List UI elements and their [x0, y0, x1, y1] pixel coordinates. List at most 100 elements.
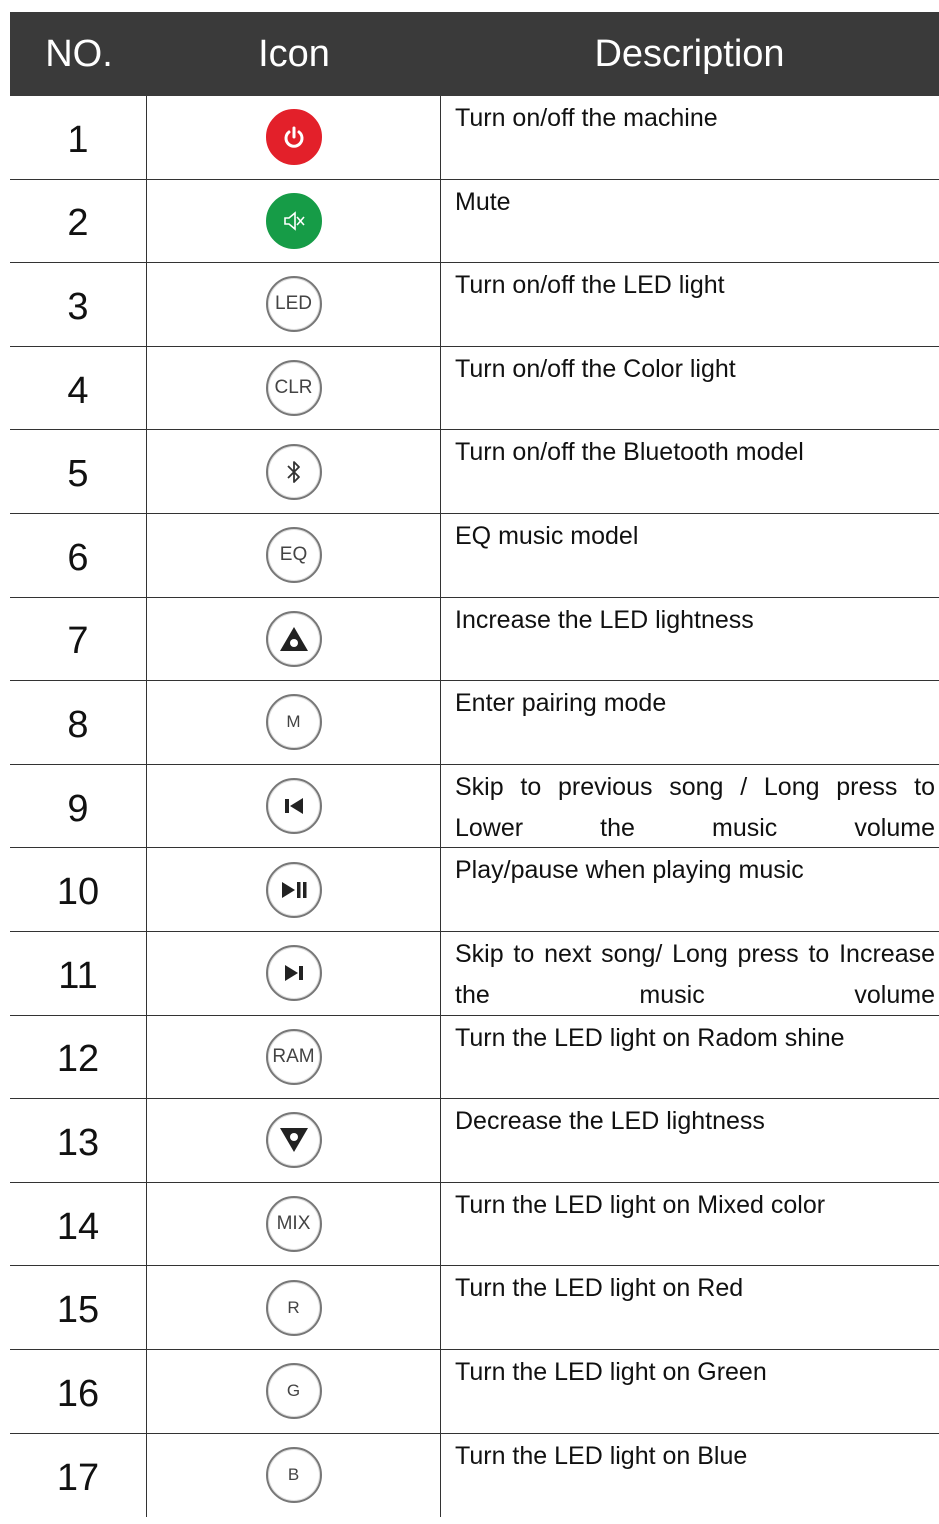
icon-cell: MIX	[147, 1182, 441, 1266]
table-row: 14 MIX Turn the LED light on Mixed color	[10, 1182, 939, 1267]
button-reference-table: NO. Icon Description 1 Turn on/off the ma…	[10, 12, 939, 1518]
icon-cell: CLR	[147, 346, 441, 430]
power-icon	[265, 109, 322, 166]
icon-cell	[147, 1099, 441, 1182]
previous-icon	[265, 778, 322, 835]
table-row: 15 R Turn the LED light on Red	[10, 1266, 939, 1350]
icon-label: B	[287, 1465, 300, 1485]
icon-cell: LED	[147, 263, 441, 346]
row-description: Mute	[455, 187, 511, 216]
brightness-down-icon	[265, 1112, 322, 1169]
clr-icon: CLR	[265, 360, 322, 417]
table-body: 1 Turn on/off the machine 2 Mute 3 LED Turn on…	[10, 96, 939, 1518]
table-row: 7 Increase the LED lightness	[10, 597, 939, 682]
icon-cell: M	[147, 681, 441, 764]
row-number: 16	[10, 1349, 147, 1433]
row-number: 12	[10, 1015, 147, 1099]
table-row: 8 M Enter pairing mode	[10, 681, 939, 765]
header-no: NO.	[45, 32, 113, 75]
row-description: Turn the LED light on Red	[455, 1274, 744, 1303]
mix-icon: MIX	[265, 1196, 322, 1253]
table-header: NO. Icon Description	[10, 12, 939, 96]
table-row: 5 Turn on/off the Bluetooth model	[10, 430, 939, 514]
row-number: 6	[10, 513, 147, 597]
header-icon: Icon	[258, 32, 330, 75]
icon-label: RAM	[272, 1045, 315, 1067]
row-description: Turn the LED light on Mixed color	[455, 1190, 826, 1219]
icon-cell	[147, 179, 441, 263]
row-number: 11	[10, 931, 147, 1015]
table-row: 17 B Turn the LED light on Blue	[10, 1433, 939, 1518]
next-icon	[265, 945, 322, 1002]
row-description: Turn on/off the Color light	[455, 354, 736, 383]
icon-cell: EQ	[147, 513, 441, 597]
table-row: 1 Turn on/off the machine	[10, 96, 939, 180]
icon-label: LED	[275, 293, 312, 315]
row-description: Turn the LED light on Blue	[455, 1441, 748, 1470]
table-row: 16 G Turn the LED light on Green	[10, 1349, 939, 1434]
m-icon: M	[265, 694, 322, 751]
play-pause-icon	[265, 861, 322, 918]
row-number: 17	[10, 1433, 147, 1518]
icon-cell	[147, 597, 441, 681]
table-row: 6 EQ EQ music model	[10, 513, 939, 598]
row-number: 3	[10, 263, 147, 346]
row-number: 10	[10, 848, 147, 931]
ram-icon: RAM	[265, 1028, 322, 1085]
table-row: 9 Skip to previous song / Long press to L…	[10, 764, 939, 849]
row-description: Skip to previous song / Long press to Lo…	[455, 772, 935, 842]
row-number: 1	[10, 96, 147, 179]
eq-icon: EQ	[265, 527, 322, 584]
table-row: 12 RAM Turn the LED light on Radom shine	[10, 1015, 939, 1100]
icon-cell	[147, 430, 441, 513]
led-icon: LED	[265, 276, 322, 333]
icon-label: MIX	[276, 1213, 311, 1235]
row-description: Turn the LED light on Radom shine	[455, 1023, 845, 1052]
icon-cell	[147, 931, 441, 1015]
icon-cell: RAM	[147, 1015, 441, 1099]
row-number: 9	[10, 764, 147, 848]
row-number: 8	[10, 681, 147, 764]
b-icon: B	[265, 1447, 322, 1504]
table-row: 3 LED Turn on/off the LED light	[10, 263, 939, 347]
header-description: Description	[594, 32, 785, 75]
row-description: Skip to next song/ Long press to Increas…	[455, 939, 935, 1009]
row-description: Turn on/off the Bluetooth model	[455, 438, 804, 467]
table-row: 11 Skip to next song/ Long press to Incre…	[10, 931, 939, 1016]
table-row: 4 CLR Turn on/off the Color light	[10, 346, 939, 431]
row-description: Turn on/off the LED light	[455, 271, 725, 300]
row-number: 4	[10, 346, 147, 430]
bluetooth-icon	[265, 443, 322, 500]
r-icon: R	[265, 1279, 322, 1336]
row-number: 2	[10, 179, 147, 263]
row-number: 14	[10, 1182, 147, 1266]
row-description: Decrease the LED lightness	[455, 1107, 765, 1136]
icon-label: CLR	[274, 377, 313, 399]
icon-label: EQ	[279, 544, 308, 566]
icon-label: M	[286, 712, 301, 732]
row-description: EQ music model	[455, 521, 639, 550]
icon-cell: G	[147, 1349, 441, 1433]
row-number: 5	[10, 430, 147, 513]
row-number: 13	[10, 1099, 147, 1182]
table-row: 10 Play/pause when playing music	[10, 848, 939, 932]
table-row: 13 Decrease the LED lightness	[10, 1099, 939, 1183]
icon-label: G	[286, 1381, 301, 1401]
row-description: Enter pairing mode	[455, 689, 667, 718]
icon-cell	[147, 96, 441, 179]
table-row: 2 Mute	[10, 179, 939, 264]
g-icon: G	[265, 1363, 322, 1420]
mute-icon	[265, 192, 322, 249]
icon-cell: R	[147, 1266, 441, 1349]
row-description: Play/pause when playing music	[455, 856, 804, 885]
row-number: 7	[10, 597, 147, 681]
icon-cell	[147, 764, 441, 848]
icon-cell	[147, 848, 441, 931]
brightness-up-icon	[265, 610, 322, 667]
row-description: Turn the LED light on Green	[455, 1357, 767, 1386]
icon-cell: B	[147, 1433, 441, 1518]
row-description: Increase the LED lightness	[455, 605, 754, 634]
row-description: Turn on/off the machine	[455, 104, 718, 132]
row-number: 15	[10, 1266, 147, 1349]
icon-label: R	[287, 1297, 300, 1317]
